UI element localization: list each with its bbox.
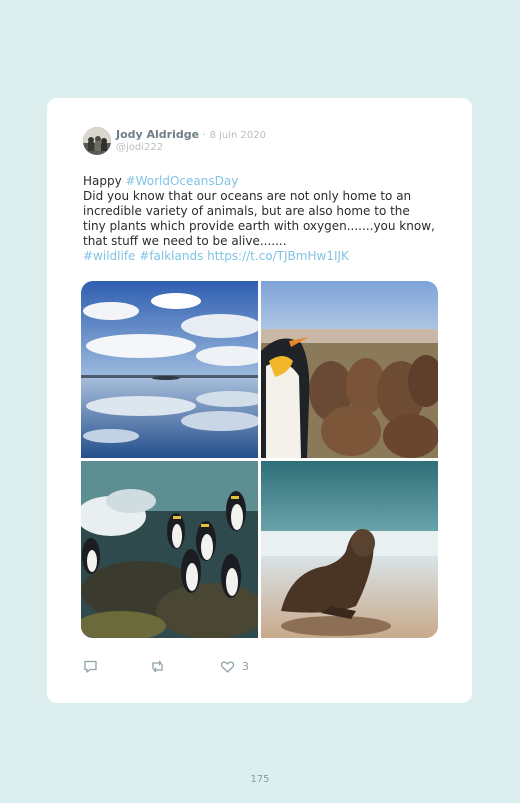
page-number: 175 (250, 774, 270, 785)
reply-icon (84, 660, 97, 673)
like-count: 3 (242, 660, 249, 673)
hashtag-falklands[interactable]: #falklands (139, 249, 203, 263)
author-line: Jody Aldridge · 8 juin 2020 (116, 128, 266, 142)
separator: · (199, 128, 210, 141)
photo-king-penguins[interactable] (261, 281, 438, 458)
text-prefix: Happy (83, 174, 126, 188)
author-handle[interactable]: @jodi222 (116, 142, 163, 153)
photo-sky-reflection[interactable] (81, 281, 258, 458)
tweet-link[interactable]: https://t.co/TJBmHw1IJK (207, 249, 349, 263)
retweet-button[interactable] (150, 659, 165, 674)
heart-icon (220, 661, 235, 673)
photo-grid (81, 281, 438, 638)
like-button[interactable]: 3 (220, 659, 249, 674)
photo-rockhopper-penguins[interactable] (81, 461, 258, 638)
tweet-body: Did you know that our oceans are not onl… (83, 189, 435, 248)
hashtag-wildlife[interactable]: #wildlife (83, 249, 135, 263)
avatar[interactable] (83, 127, 111, 155)
author-name[interactable]: Jody Aldridge (116, 128, 199, 141)
hashtag-worldoceansday[interactable]: #WorldOceansDay (126, 174, 239, 188)
retweet-icon (152, 660, 163, 673)
reply-button[interactable] (83, 659, 98, 674)
tweet-date[interactable]: 8 juin 2020 (210, 130, 266, 141)
tweet-text: Happy #WorldOceansDay Did you know that … (83, 174, 435, 264)
photo-sea-lion[interactable] (261, 461, 438, 638)
